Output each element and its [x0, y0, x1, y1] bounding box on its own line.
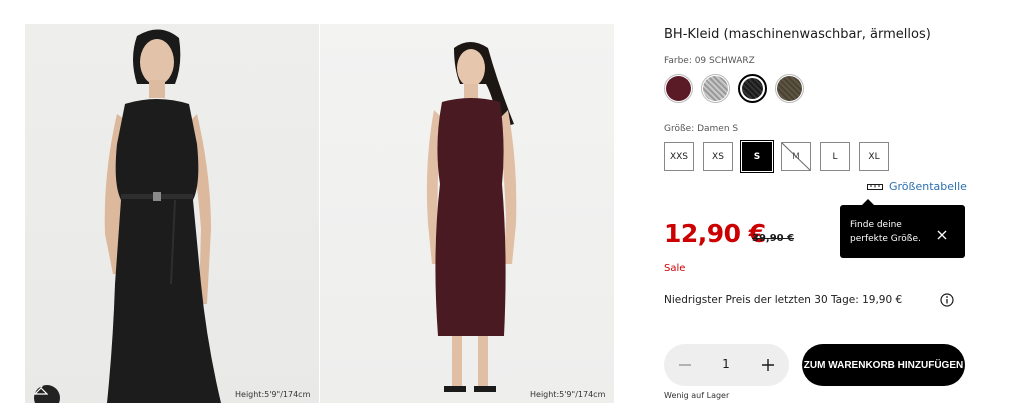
lowest-price-note: Niedrigster Preis der letzten 30 Tage: 1…: [664, 294, 903, 306]
size-label: Größe: Damen S: [664, 124, 739, 134]
size-option-xs[interactable]: XS: [703, 142, 733, 171]
swatch-fill: [703, 76, 728, 101]
size-selector: XXS XS S M L XL: [664, 140, 889, 173]
product-title: BH-Kleid (maschinenwaschbar, ärmellos): [664, 27, 931, 42]
swatch-fill: [666, 76, 691, 101]
size-option-xl[interactable]: XL: [859, 142, 889, 171]
color-swatch-gray[interactable]: [701, 74, 730, 103]
size-option-m-label: M: [792, 151, 800, 162]
size-option-xxs[interactable]: XXS: [664, 142, 694, 171]
quantity-value[interactable]: 1: [716, 357, 736, 371]
increase-quantity-button[interactable]: [759, 356, 777, 374]
current-price: 12,90 €: [664, 219, 766, 248]
color-swatches: [664, 74, 804, 103]
size-option-s[interactable]: S: [740, 140, 774, 173]
decrease-quantity-button[interactable]: [676, 356, 694, 374]
quantity-stepper: 1: [664, 344, 789, 386]
color-swatch-black[interactable]: [738, 74, 767, 103]
product-image-black[interactable]: Height:5'9"/174cm: [25, 24, 319, 403]
size-chart-link[interactable]: Größentabelle: [867, 180, 967, 193]
original-price: 39,90 €: [752, 233, 795, 244]
color-label: Farbe: 09 SCHWARZ: [664, 56, 755, 66]
swatch-fill: [742, 78, 763, 99]
color-swatch-olive[interactable]: [775, 74, 804, 103]
swatch-fill: [777, 76, 802, 101]
stock-status: Wenig auf Lager: [664, 391, 730, 400]
model-height-caption: Height:5'9"/174cm: [235, 390, 311, 399]
add-to-cart-button[interactable]: ZUM WARENKORB HINZUFÜGEN: [802, 344, 965, 386]
color-swatch-wine[interactable]: [664, 74, 693, 103]
size-option-l[interactable]: L: [820, 142, 850, 171]
size-finder-tooltip: Finde deine perfekte Größe.: [840, 199, 965, 258]
info-icon[interactable]: [940, 292, 954, 311]
model-black-dress-illustration: [104, 29, 221, 403]
minus-icon: [679, 364, 691, 366]
plus-icon: [762, 359, 774, 371]
tooltip-text: Finde deine perfekte Größe.: [850, 220, 921, 244]
close-icon[interactable]: [937, 225, 947, 244]
sale-label: Sale: [664, 263, 686, 274]
size-chart-label: Größentabelle: [889, 180, 967, 193]
ruler-icon: [867, 183, 883, 190]
product-image-wine[interactable]: Height:5'9"/174cm: [320, 24, 614, 403]
size-option-m[interactable]: M: [781, 142, 811, 171]
model-height-caption: Height:5'9"/174cm: [530, 390, 606, 399]
model-wine-dress-illustration: [426, 42, 517, 392]
